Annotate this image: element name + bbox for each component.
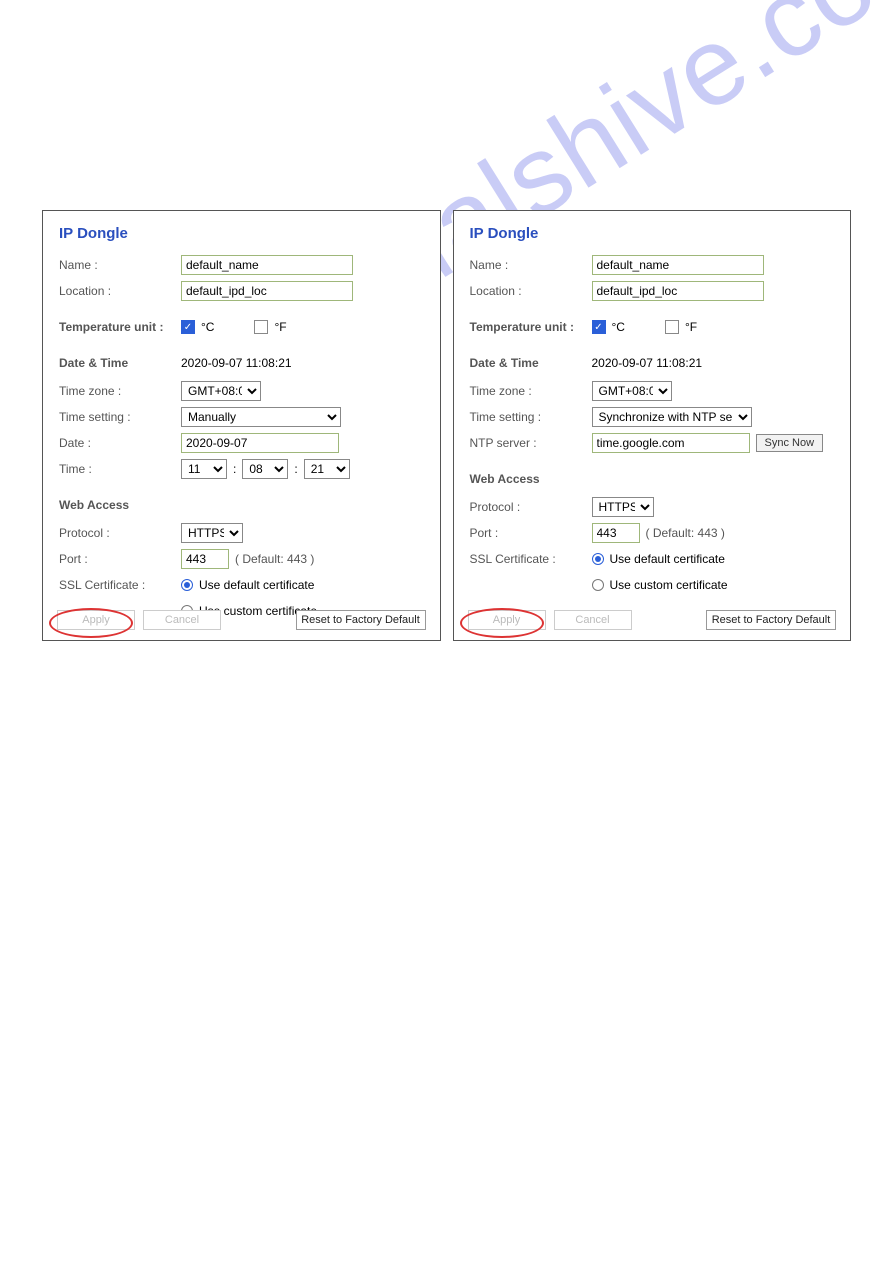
port-hint: ( Default: 443 ) [235,552,314,566]
label-timezone: Time zone : [59,384,181,398]
radio-default-cert[interactable] [181,579,193,591]
label-temp-unit: Temperature unit : [470,320,592,334]
apply-button[interactable]: Apply [468,610,546,630]
label-ssl-cert: SSL Certificate : [470,552,592,566]
port-hint: ( Default: 443 ) [646,526,725,540]
time-min-select[interactable]: 08 [242,459,288,479]
checkbox-celsius[interactable] [592,320,606,334]
name-input[interactable] [181,255,353,275]
time-sec-select[interactable]: 21 [304,459,350,479]
label-port: Port : [59,552,181,566]
label-default-cert: Use default certificate [199,578,314,592]
label-celsius: °C [612,320,625,334]
label-time-setting: Time setting : [59,410,181,424]
label-default-cert: Use default certificate [610,552,725,566]
label-port: Port : [470,526,592,540]
port-input[interactable] [181,549,229,569]
radio-default-cert[interactable] [592,553,604,565]
label-time: Time : [59,462,181,476]
timezone-select[interactable]: GMT+08:00 [181,381,261,401]
sync-now-button[interactable]: Sync Now [756,434,824,452]
cancel-button[interactable]: Cancel [143,610,221,630]
protocol-select[interactable]: HTTPS [592,497,654,517]
datetime-value: 2020-09-07 11:08:21 [592,356,835,370]
checkbox-celsius[interactable] [181,320,195,334]
heading-web-access: Web Access [59,498,181,512]
ip-dongle-panel-left: IP Dongle Name : Location : Temperature … [42,210,441,641]
ip-dongle-panel-right: IP Dongle Name : Location : Temperature … [453,210,852,641]
reset-button[interactable]: Reset to Factory Default [296,610,426,630]
panel-title: IP Dongle [470,225,835,242]
label-name: Name : [470,258,592,272]
label-fahrenheit: °F [274,320,286,334]
label-protocol: Protocol : [470,500,592,514]
reset-button[interactable]: Reset to Factory Default [706,610,836,630]
label-ssl-cert: SSL Certificate : [59,578,181,592]
label-location: Location : [59,284,181,298]
time-setting-select[interactable]: Synchronize with NTP server [592,407,752,427]
timezone-select[interactable]: GMT+08:00 [592,381,672,401]
time-hour-select[interactable]: 11 [181,459,227,479]
time-sep-2: : [294,462,297,476]
label-name: Name : [59,258,181,272]
label-ntp-server: NTP server : [470,436,592,450]
label-location: Location : [470,284,592,298]
apply-button[interactable]: Apply [57,610,135,630]
location-input[interactable] [592,281,764,301]
port-input[interactable] [592,523,640,543]
label-temp-unit: Temperature unit : [59,320,181,334]
label-custom-cert: Use custom certificate [610,578,728,592]
ntp-server-input[interactable] [592,433,750,453]
panel-title: IP Dongle [59,225,424,242]
heading-date-time: Date & Time [59,356,181,370]
name-input[interactable] [592,255,764,275]
radio-custom-cert[interactable] [592,579,604,591]
checkbox-fahrenheit[interactable] [254,320,268,334]
cancel-button[interactable]: Cancel [554,610,632,630]
label-fahrenheit: °F [685,320,697,334]
time-sep-1: : [233,462,236,476]
heading-web-access: Web Access [470,472,592,486]
checkbox-fahrenheit[interactable] [665,320,679,334]
location-input[interactable] [181,281,353,301]
datetime-value: 2020-09-07 11:08:21 [181,356,424,370]
date-input[interactable] [181,433,339,453]
label-protocol: Protocol : [59,526,181,540]
time-setting-select[interactable]: Manually [181,407,341,427]
label-time-setting: Time setting : [470,410,592,424]
protocol-select[interactable]: HTTPS [181,523,243,543]
heading-date-time: Date & Time [470,356,592,370]
label-celsius: °C [201,320,214,334]
label-date: Date : [59,436,181,450]
label-timezone: Time zone : [470,384,592,398]
